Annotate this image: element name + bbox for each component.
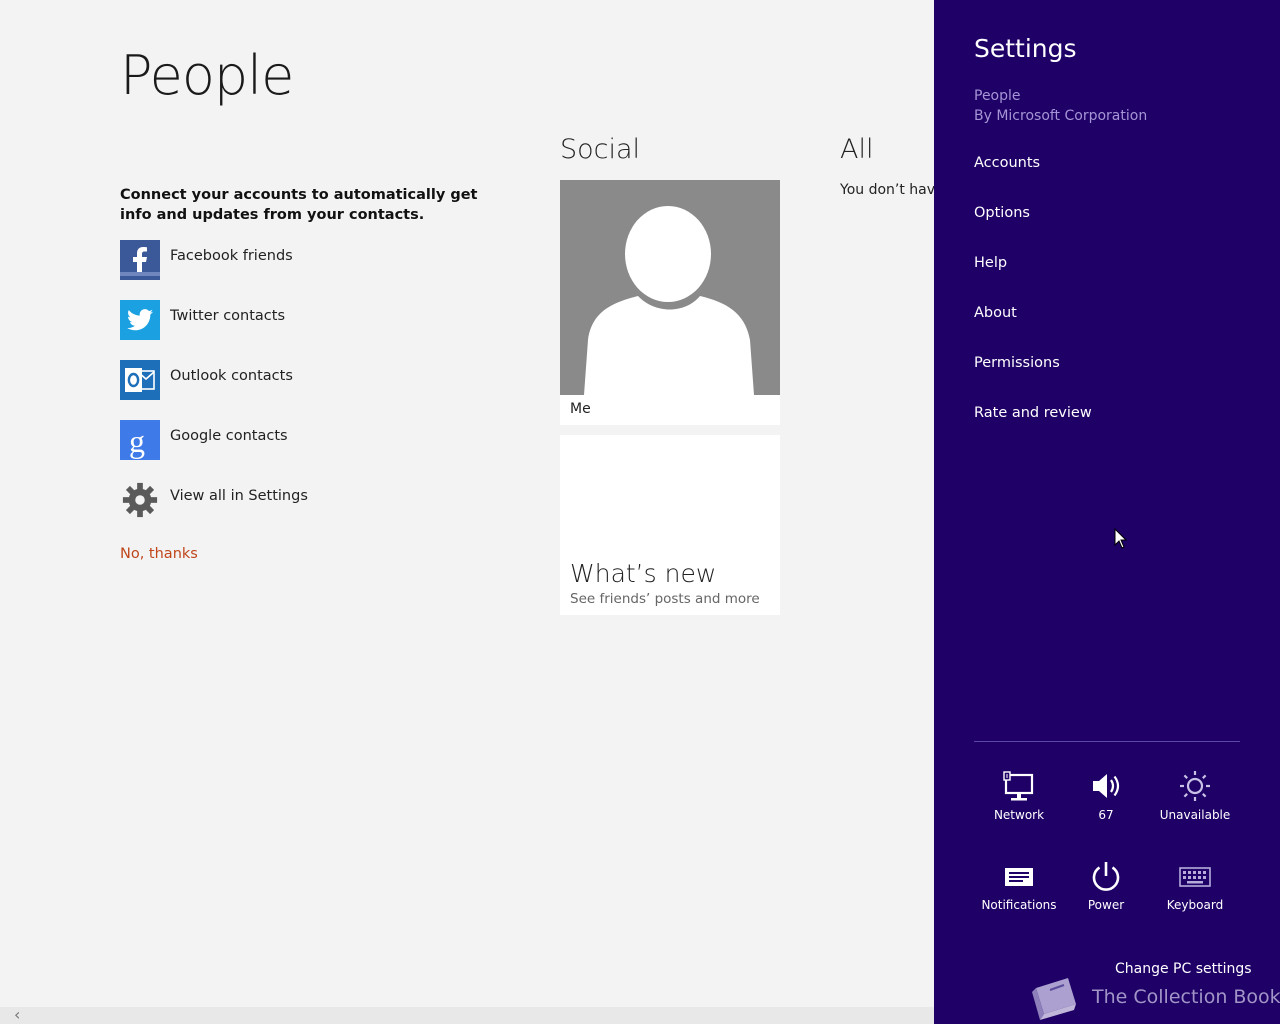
outlook-contacts-link[interactable]: Outlook contacts <box>120 360 293 400</box>
whats-new-tile[interactable]: What’s new See friends’ posts and more <box>560 435 780 615</box>
avatar <box>560 180 780 395</box>
no-thanks-link[interactable]: No, thanks <box>120 546 198 562</box>
facebook-icon <box>120 240 160 280</box>
settings-app-name: People <box>974 88 1021 104</box>
notifications-button[interactable]: Notifications <box>974 860 1064 912</box>
whats-new-subtitle: See friends’ posts and more <box>570 591 760 607</box>
facebook-friends-link[interactable]: Facebook friends <box>120 240 293 280</box>
me-label: Me <box>570 401 591 417</box>
intro-text: Connect your accounts to automatically g… <box>120 187 478 223</box>
view-all-settings-label: View all in Settings <box>170 488 308 504</box>
brightness-button[interactable]: Unavailable <box>1150 770 1240 822</box>
social-heading: Social <box>560 134 641 165</box>
menu-help[interactable]: Help <box>974 255 1007 271</box>
power-label: Power <box>1087 898 1125 912</box>
notifications-icon <box>1005 868 1033 886</box>
network-icon <box>1003 771 1034 801</box>
horizontal-scrollbar[interactable] <box>0 1007 934 1024</box>
twitter-contacts-label: Twitter contacts <box>170 308 286 324</box>
volume-button[interactable]: 67 <box>1061 770 1151 822</box>
keyboard-button[interactable]: Keyboard <box>1150 860 1240 912</box>
settings-title: Settings <box>974 34 1077 63</box>
menu-permissions[interactable]: Permissions <box>974 355 1060 371</box>
twitter-icon <box>120 300 160 340</box>
google-icon: g <box>120 420 160 460</box>
menu-about[interactable]: About <box>974 305 1017 321</box>
svg-text:g: g <box>129 423 145 459</box>
book-icon <box>1032 978 1076 1020</box>
outlook-icon <box>120 360 160 400</box>
all-empty-text: You don’t have <box>840 182 944 198</box>
network-button[interactable]: Network <box>974 770 1064 822</box>
whats-new-title: What’s new <box>570 559 717 588</box>
view-all-settings-link[interactable]: View all in Settings <box>120 480 308 520</box>
google-contacts-label: Google contacts <box>170 428 288 444</box>
me-tile[interactable]: Me <box>560 180 780 425</box>
mouse-cursor-icon <box>1114 528 1128 549</box>
power-button[interactable]: Power <box>1061 860 1151 912</box>
volume-label: 67 <box>1098 808 1114 822</box>
menu-accounts[interactable]: Accounts <box>974 155 1040 171</box>
watermark: The Collection Book <box>1024 974 1280 1024</box>
notifications-label: Notifications <box>981 898 1057 912</box>
watermark-text: The Collection Book <box>1092 986 1280 1008</box>
volume-icon <box>1093 774 1120 798</box>
brightness-icon <box>1180 771 1210 801</box>
keyboard-icon <box>1179 867 1211 887</box>
keyboard-label: Keyboard <box>1166 898 1224 912</box>
quick-settings-divider <box>974 741 1240 742</box>
settings-charm: Settings People By Microsoft Corporation… <box>934 0 1280 1024</box>
power-icon <box>1092 862 1120 891</box>
menu-options[interactable]: Options <box>974 205 1030 221</box>
page-title: People <box>120 44 294 107</box>
network-label: Network <box>993 808 1045 822</box>
outlook-contacts-label: Outlook contacts <box>170 368 293 384</box>
scroll-left-icon[interactable]: ‹ <box>14 1005 20 1024</box>
menu-rate-and-review[interactable]: Rate and review <box>974 405 1092 421</box>
google-contacts-link[interactable]: g Google contacts <box>120 420 288 460</box>
settings-app-info: People By Microsoft Corporation <box>974 86 1147 126</box>
brightness-label: Unavailable <box>1159 808 1231 822</box>
all-heading: All <box>840 134 874 165</box>
settings-app-publisher: By Microsoft Corporation <box>974 108 1148 124</box>
twitter-contacts-link[interactable]: Twitter contacts <box>120 300 285 340</box>
gear-icon <box>120 480 160 520</box>
facebook-friends-label: Facebook friends <box>170 248 293 264</box>
